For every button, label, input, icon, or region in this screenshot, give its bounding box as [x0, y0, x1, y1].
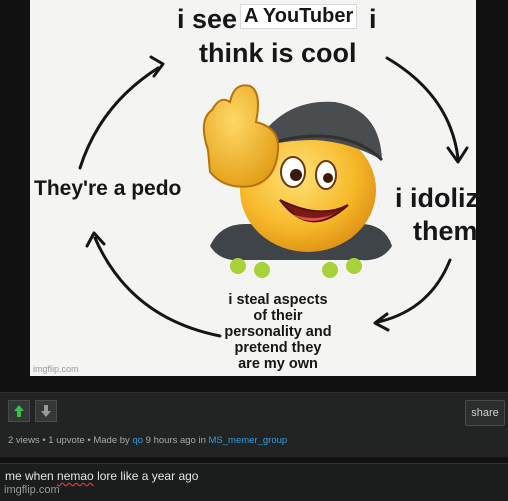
meme-bottom-line: i steal aspects [228, 292, 328, 308]
meme-caption-box: A YouTuber [240, 4, 358, 29]
comment-image-watermark: imgflip.com [4, 484, 60, 496]
comment-text-end: lore like a year ago [93, 469, 199, 483]
post-time: 9 hours ago in [145, 435, 206, 446]
arrow-top-left [78, 66, 160, 170]
meme-bottom-line: of their [253, 308, 303, 324]
meme-image: i see A YouTuber i think is cool They're… [30, 0, 476, 376]
arrow-top-right [385, 56, 460, 160]
thumbs-up-icon [202, 84, 280, 188]
comment-text: me when nemao lore like a year ago [5, 469, 198, 483]
separator: • [42, 435, 46, 446]
post-actions-panel [0, 392, 508, 457]
stream-link[interactable]: MS_memer_group [209, 435, 288, 446]
arrow-up-icon [14, 405, 24, 417]
author-link[interactable]: qo [132, 435, 143, 446]
downvote-button[interactable] [35, 400, 57, 422]
arrow-bottom-left [93, 236, 222, 338]
separator: • [87, 435, 91, 446]
meme-left-text: They're a pedo [34, 177, 182, 200]
made-by-label: Made by [93, 435, 130, 446]
meme-top-text-1: i see [177, 4, 238, 34]
meme-watermark: imgflip.com [33, 364, 79, 374]
upvote-count: 1 upvote [48, 435, 85, 446]
upvote-button[interactable] [8, 400, 30, 422]
meme-right-text-2: them [413, 216, 476, 246]
meme-bottom-line: are my own [238, 356, 318, 372]
meme-right-text-1: i idolize [395, 183, 476, 213]
share-button[interactable]: share [465, 400, 505, 426]
meme-bottom-line: personality and [224, 324, 332, 340]
view-count: 2 views [8, 435, 40, 446]
arrow-bottom-right [376, 258, 452, 324]
post-meta: 2 views • 1 upvote • Made by qo 9 hours … [8, 435, 287, 446]
meme-top-text-1-end: i [369, 4, 377, 34]
meme-top-text-2: think is cool [199, 38, 357, 68]
meme-bottom-line: pretend they [234, 340, 322, 356]
misspelled-word: nemao [57, 469, 94, 483]
arrow-down-icon [41, 405, 51, 417]
comment-text-start: me when [5, 469, 58, 483]
meme-bottom-text: i steal aspects of their personality and… [222, 292, 334, 372]
